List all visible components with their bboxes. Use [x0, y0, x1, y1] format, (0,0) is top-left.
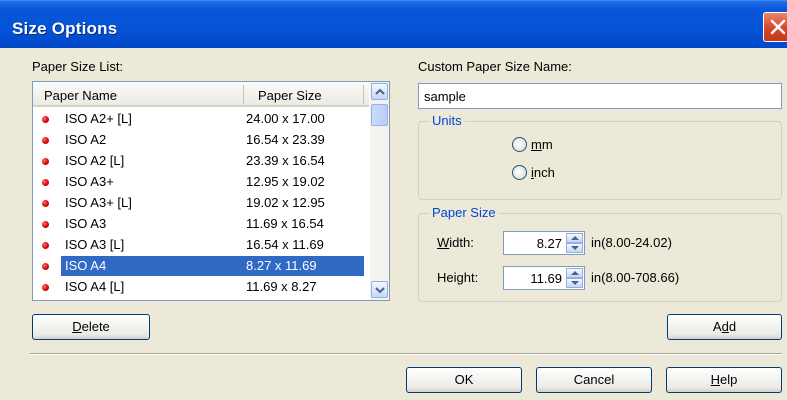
- paper-size-group-title: Paper Size: [429, 205, 499, 220]
- paper-name-cell: ISO A3 [L]: [65, 237, 125, 252]
- table-row[interactable]: ISO A3 11.69 x 16.54: [33, 214, 369, 234]
- help-label: elp: [720, 372, 738, 387]
- paper-size-cell: 24.00 x 17.00: [246, 111, 325, 126]
- caret-down-icon: [571, 246, 579, 250]
- paper-size-cell: 12.95 x 19.02: [246, 174, 325, 189]
- paper-size-cell: 19.02 x 12.95: [246, 195, 325, 210]
- column-divider[interactable]: [363, 85, 364, 104]
- table-row[interactable]: ISO A3+ 12.95 x 19.02: [33, 172, 369, 192]
- height-decrement[interactable]: [566, 278, 583, 288]
- help-button[interactable]: Help: [666, 367, 782, 393]
- cancel-label: Cancel: [573, 372, 615, 387]
- paper-bullet-icon: [42, 137, 49, 144]
- chevron-up-icon: [375, 88, 385, 95]
- window-title: Size Options: [12, 19, 118, 38]
- delete-label: elete: [81, 319, 110, 334]
- paper-size-cell: 16.54 x 11.69: [246, 237, 324, 252]
- width-decrement[interactable]: [566, 243, 583, 253]
- radio-inch-label[interactable]: inch: [531, 165, 555, 180]
- radio-inch[interactable]: [512, 165, 527, 180]
- custom-name-label: Custom Paper Size Name:: [418, 59, 572, 74]
- paper-name-cell: ISO A4: [65, 258, 107, 273]
- dialog-body: Paper Size List: Paper Name Paper Size I…: [0, 48, 787, 400]
- selection-highlight: [61, 256, 364, 276]
- caret-down-icon: [571, 281, 579, 285]
- paper-name-cell: ISO A4 [L]: [65, 279, 125, 294]
- paper-name-cell: ISO A3+: [65, 174, 114, 189]
- paper-name-cell: ISO A2: [65, 132, 107, 147]
- ok-button[interactable]: OK: [406, 367, 522, 393]
- close-button[interactable]: [763, 12, 787, 42]
- table-row[interactable]: ISO A2+ [L] 24.00 x 17.00: [33, 109, 369, 129]
- paper-size-list[interactable]: Paper Name Paper Size ISO A2+ [L] 24.00 x…: [32, 81, 390, 301]
- cancel-button[interactable]: Cancel: [536, 367, 652, 393]
- add-label-mnemonic: d: [721, 319, 729, 334]
- caret-up-icon: [571, 236, 579, 240]
- paper-bullet-icon: [42, 116, 49, 123]
- height-label: Height:: [437, 270, 479, 285]
- paper-size-list-label: Paper Size List:: [32, 59, 124, 74]
- table-row[interactable]: ISO A3 [L] 16.54 x 11.69: [33, 235, 369, 255]
- paper-bullet-icon: [42, 284, 49, 291]
- radio-mm[interactable]: [512, 137, 527, 152]
- title-bar[interactable]: Size Options: [0, 0, 787, 48]
- vertical-scrollbar[interactable]: [370, 82, 389, 300]
- paper-size-group: Paper Size Width: 8.27 in(8.00-24.02) He…: [418, 205, 782, 302]
- chevron-down-icon: [375, 287, 385, 294]
- caret-up-icon: [571, 271, 579, 275]
- table-row[interactable]: ISO A4 8.27 x 11.69: [33, 256, 369, 276]
- paper-name-cell: ISO A3: [65, 216, 107, 231]
- add-button[interactable]: Add: [667, 314, 782, 340]
- width-label: Width:: [437, 235, 474, 250]
- ok-label: OK: [454, 372, 474, 387]
- height-value[interactable]: 11.69: [530, 271, 562, 286]
- width-increment[interactable]: [566, 233, 583, 243]
- delete-button[interactable]: Delete: [32, 314, 150, 340]
- paper-size-cell: 11.69 x 16.54: [246, 216, 324, 231]
- height-spinner[interactable]: 11.69: [503, 266, 585, 290]
- paper-bullet-icon: [42, 158, 49, 165]
- scroll-thumb[interactable]: [371, 104, 388, 126]
- paper-bullet-icon: [42, 221, 49, 228]
- height-range: in(8.00-708.66): [591, 270, 680, 285]
- paper-bullet-icon: [42, 179, 49, 186]
- table-row[interactable]: ISO A4 [L] 11.69 x 8.27: [33, 277, 369, 297]
- paper-name-cell: ISO A2 [L]: [65, 153, 125, 168]
- units-group: Units mm inch: [418, 113, 782, 200]
- delete-label-mnemonic: D: [72, 319, 82, 334]
- scroll-down-button[interactable]: [371, 281, 388, 298]
- width-spin-buttons[interactable]: [566, 233, 583, 253]
- paper-size-cell: 23.39 x 16.54: [246, 153, 325, 168]
- help-label-mnemonic: H: [710, 372, 721, 387]
- radio-mm-label[interactable]: mm: [531, 137, 553, 152]
- table-row[interactable]: ISO A2 16.54 x 23.39: [33, 130, 369, 150]
- add-label-a: A: [712, 319, 722, 334]
- width-spinner[interactable]: 8.27: [503, 231, 585, 255]
- scroll-up-button[interactable]: [371, 83, 388, 100]
- column-header-paper-size[interactable]: Paper Size: [258, 88, 322, 103]
- paper-size-cell: 16.54 x 23.39: [246, 132, 325, 147]
- units-group-title: Units: [429, 113, 465, 128]
- add-label-rest: d: [728, 319, 737, 334]
- height-spin-buttons[interactable]: [566, 268, 583, 288]
- paper-name-cell: ISO A2+ [L]: [65, 111, 132, 126]
- list-header: Paper Name Paper Size: [33, 82, 369, 107]
- close-icon: [770, 19, 786, 35]
- paper-bullet-icon: [42, 200, 49, 207]
- table-row[interactable]: ISO A2 [L] 23.39 x 16.54: [33, 151, 369, 171]
- paper-name-cell: ISO A3+ [L]: [65, 195, 132, 210]
- paper-bullet-icon: [42, 263, 49, 270]
- paper-bullet-icon: [42, 242, 49, 249]
- custom-name-input[interactable]: [418, 83, 782, 109]
- paper-size-cell: 8.27 x 11.69: [246, 258, 317, 273]
- width-value[interactable]: 8.27: [537, 236, 562, 251]
- column-divider[interactable]: [243, 85, 244, 104]
- table-row[interactable]: ISO A3+ [L] 19.02 x 12.95: [33, 193, 369, 213]
- width-range: in(8.00-24.02): [591, 235, 672, 250]
- column-header-paper-name[interactable]: Paper Name: [44, 88, 117, 103]
- height-increment[interactable]: [566, 268, 583, 278]
- separator: [30, 353, 782, 355]
- paper-size-cell: 11.69 x 8.27: [246, 279, 317, 294]
